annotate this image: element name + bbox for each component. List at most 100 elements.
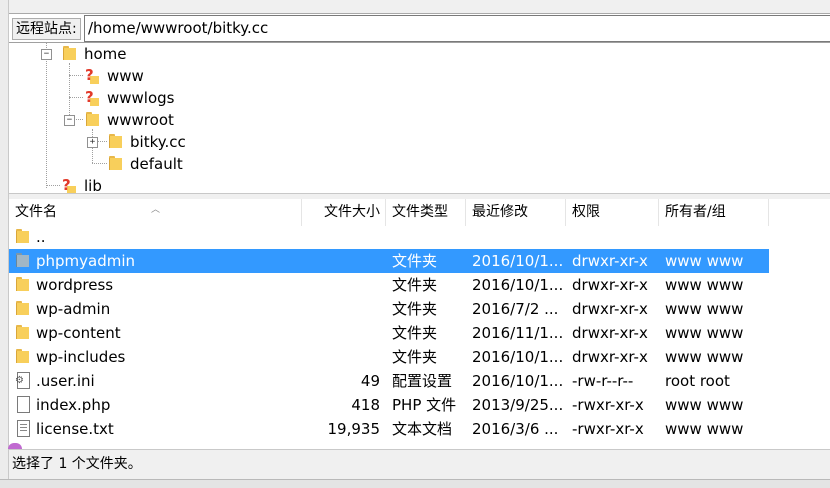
file-modified: 2016/7/2 ... <box>472 300 559 318</box>
tree-item-label: wwwroot <box>107 111 174 129</box>
file-row-phpmyadmin[interactable]: phpmyadmin 文件夹 2016/10/1... drwxr-xr-x w… <box>9 249 769 273</box>
file-permissions: -rw-r--r-- <box>572 372 634 390</box>
tree-item-label: wwwlogs <box>107 89 175 107</box>
file-permissions: drwxr-xr-x <box>572 276 648 294</box>
collapse-wwwroot-toggle[interactable]: − <box>64 115 75 126</box>
tree-connector <box>69 75 83 76</box>
file-owner: www www <box>665 276 744 294</box>
file-owner: www www <box>665 420 744 438</box>
file-permissions: drwxr-xr-x <box>572 348 648 366</box>
folder-question-icon: ? <box>62 176 76 193</box>
tree-item-label: bitky.cc <box>130 133 186 151</box>
file-row-parent[interactable]: .. <box>9 225 769 249</box>
remote-path-input[interactable]: /home/wwwroot/bitky.cc <box>84 15 830 42</box>
tree-item-label: www <box>107 67 144 85</box>
column-header-filename[interactable]: 文件名 ︿ <box>9 199 302 226</box>
sort-ascending-icon: ︿ <box>151 205 161 215</box>
file-name: index.php <box>36 396 111 414</box>
collapse-home-toggle[interactable]: − <box>41 49 52 60</box>
tree-connector <box>46 43 47 188</box>
file-row-user-ini[interactable]: .user.ini 49 配置设置 2016/10/1... -rw-r--r-… <box>9 369 769 393</box>
column-header-owner[interactable]: 所有者/组 <box>659 199 769 226</box>
file-row-license-txt[interactable]: license.txt 19,935 文本文档 2016/3/6 ... -rw… <box>9 417 769 441</box>
file-size: 418 <box>351 396 380 414</box>
folder-icon <box>108 156 122 171</box>
remote-directory-tree: − home ? www ? wwwlogs − wwwroot + bitky… <box>9 43 830 193</box>
remote-site-label: 远程站点: <box>12 18 81 40</box>
file-owner: root root <box>665 372 730 390</box>
status-text: 选择了 1 个文件夹。 <box>12 456 142 472</box>
tree-connector <box>92 163 107 164</box>
folder-icon <box>15 277 29 292</box>
column-header-modified[interactable]: 最近修改 <box>466 199 566 226</box>
file-row-wordpress[interactable]: wordpress 文件夹 2016/10/1... drwxr-xr-x ww… <box>9 273 769 297</box>
file-modified: 2016/10/1... <box>472 252 564 270</box>
file-modified: 2016/3/6 ... <box>472 420 559 438</box>
tree-connector <box>69 63 70 119</box>
file-row-index-php[interactable]: index.php 418 PHP 文件 2013/9/25... -rwxr-… <box>9 393 769 417</box>
expand-bitky-toggle[interactable]: + <box>87 137 98 148</box>
file-permissions: drwxr-xr-x <box>572 300 648 318</box>
file-permissions: -rwxr-xr-x <box>572 396 644 414</box>
tree-connector <box>97 141 107 142</box>
file-owner: www www <box>665 396 744 414</box>
folder-icon <box>15 325 29 340</box>
file-row-wp-includes[interactable]: wp-includes 文件夹 2016/10/1... drwxr-xr-x … <box>9 345 769 369</box>
folder-question-icon: ? <box>85 66 99 84</box>
file-owner: www www <box>665 300 744 318</box>
column-label: 文件大小 <box>324 204 380 220</box>
top-border <box>9 0 830 14</box>
file-name: wordpress <box>36 276 114 294</box>
file-modified: 2016/10/1... <box>472 372 564 390</box>
file-list-header: 文件名 ︿ 文件大小 文件类型 最近修改 权限 所有者/组 <box>9 199 830 226</box>
file-owner: www www <box>665 348 744 366</box>
left-pane-edge <box>0 0 9 487</box>
text-file-icon <box>17 420 30 437</box>
folder-icon <box>15 229 29 244</box>
column-header-filetype[interactable]: 文件类型 <box>386 199 466 226</box>
file-type: 文件夹 <box>392 324 438 342</box>
file-type: 配置设置 <box>392 372 453 390</box>
file-icon <box>17 396 30 413</box>
file-size: 49 <box>360 372 380 390</box>
folder-icon <box>15 301 29 316</box>
file-type: 文件夹 <box>392 276 438 294</box>
status-bar: 选择了 1 个文件夹。 <box>9 449 830 480</box>
folder-icon <box>108 134 122 149</box>
column-label: 权限 <box>572 204 600 220</box>
file-name: .. <box>36 228 46 246</box>
file-name: license.txt <box>36 420 114 438</box>
file-type: 文件夹 <box>392 348 438 366</box>
column-label: 所有者/组 <box>665 204 726 220</box>
file-permissions: -rwxr-xr-x <box>572 420 644 438</box>
file-name: wp-admin <box>36 300 111 318</box>
file-name: wp-content <box>36 324 121 342</box>
file-type: 文件夹 <box>392 300 438 318</box>
file-type: 文件夹 <box>392 252 438 270</box>
column-header-permissions[interactable]: 权限 <box>566 199 659 226</box>
file-modified: 2016/11/1... <box>472 324 564 342</box>
remote-site-bar: 远程站点: /home/wwwroot/bitky.cc <box>9 14 830 43</box>
file-modified: 2013/9/25... <box>472 396 564 414</box>
remote-file-list: 文件名 ︿ 文件大小 文件类型 最近修改 权限 所有者/组 .. phpmyad… <box>9 199 830 449</box>
file-permissions: drwxr-xr-x <box>572 252 648 270</box>
file-owner: www www <box>665 252 744 270</box>
folder-icon <box>62 46 76 61</box>
tree-item-label: default <box>130 155 183 173</box>
file-size: 19,935 <box>327 420 381 438</box>
file-name: phpmyadmin <box>36 252 136 270</box>
file-name: wp-includes <box>36 348 126 366</box>
config-file-icon <box>15 372 30 389</box>
column-label: 最近修改 <box>472 204 528 220</box>
file-owner: www www <box>665 324 744 342</box>
folder-icon <box>85 112 99 127</box>
tree-connector <box>46 185 60 186</box>
file-modified: 2016/10/1... <box>472 348 564 366</box>
folder-icon <box>15 253 29 268</box>
file-type: PHP 文件 <box>392 396 457 414</box>
file-row-wp-content[interactable]: wp-content 文件夹 2016/11/1... drwxr-xr-x w… <box>9 321 769 345</box>
column-label: 文件类型 <box>392 204 448 220</box>
folder-icon <box>15 349 29 364</box>
file-row-wp-admin[interactable]: wp-admin 文件夹 2016/7/2 ... drwxr-xr-x www… <box>9 297 769 321</box>
column-header-filesize[interactable]: 文件大小 <box>302 199 386 226</box>
